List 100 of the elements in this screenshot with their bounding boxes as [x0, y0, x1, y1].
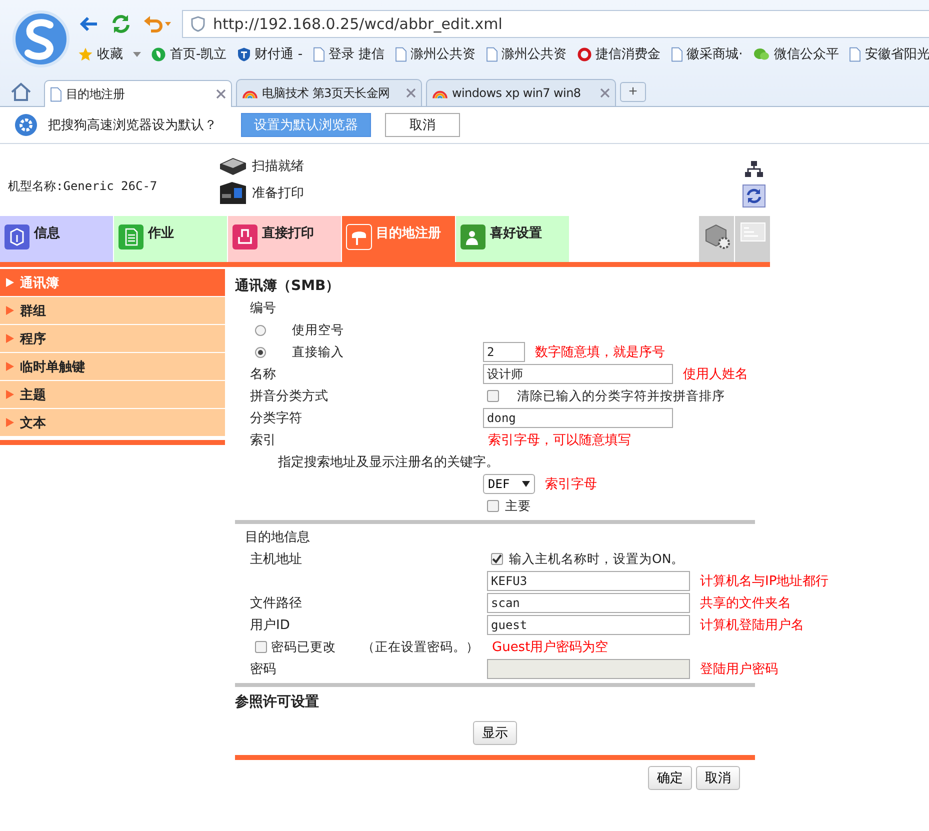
bookmark-link[interactable]: 安徽省阳光	[848, 45, 929, 63]
nav-tab[interactable]: 作业	[114, 216, 228, 262]
annotation-text: 索引字母	[544, 476, 598, 493]
sidebar-item[interactable]: 主题	[0, 381, 225, 408]
page-icon	[670, 46, 683, 62]
home-icon[interactable]	[10, 82, 32, 102]
address-bar[interactable]: http://192.168.0.25/wcd/abbr_edit.xml	[182, 10, 929, 38]
arrow-icon	[6, 306, 14, 315]
close-icon[interactable]	[406, 88, 416, 98]
notification-text: 把搜狗高速浏览器设为默认？	[48, 117, 217, 134]
printer-icon	[218, 180, 248, 206]
text-field[interactable]: scan	[487, 593, 690, 613]
checkbox[interactable]	[491, 553, 503, 565]
bookmark-link[interactable]: 首页-凯立	[151, 45, 227, 63]
shield-icon	[191, 16, 205, 32]
nav-tab[interactable]: 喜好设置	[456, 216, 570, 262]
annotation-text: Guest用户密码为空	[491, 639, 610, 656]
close-icon[interactable]	[216, 89, 226, 99]
radio-button[interactable]	[255, 346, 266, 358]
field-label: 索引	[249, 432, 277, 449]
page-title: 通讯簿（SMB）	[235, 277, 341, 296]
action-button[interactable]: 确定	[648, 766, 692, 790]
caret-icon	[133, 52, 141, 56]
page-icon	[312, 46, 325, 62]
bookmark-link[interactable]: 滁州公共资	[394, 45, 476, 63]
arrow-icon	[6, 390, 14, 399]
annotation-text: 计算机名与IP地址都行	[699, 573, 829, 590]
cancel-button[interactable]: 取消	[385, 113, 460, 137]
radio-label: 使用空号	[292, 322, 344, 338]
page-icon	[486, 46, 498, 62]
person-icon	[460, 224, 486, 250]
number-field[interactable]: 2	[483, 342, 525, 362]
status-text: 扫描就绪	[252, 158, 304, 175]
field-label: 分类字符	[249, 410, 303, 427]
radio-label: 直接输入	[292, 344, 344, 360]
bookmark-link[interactable]: 登录 捷信	[312, 45, 385, 63]
browser-tab[interactable]: 电脑技术 第3页天长金网	[236, 79, 422, 106]
checkbox-label: 主要	[505, 498, 531, 514]
network-icon[interactable]	[744, 160, 764, 178]
bookmark-link[interactable]: 滁州公共资	[486, 45, 567, 63]
page-icon	[394, 46, 407, 62]
description-text: 指定搜索地址及显示注册名的关键字。	[277, 454, 500, 471]
field-label: 用户ID	[249, 617, 291, 634]
checkbox-label: 密码已更改	[271, 638, 336, 656]
checkbox[interactable]	[487, 390, 499, 402]
sidebar-item[interactable]: 群组	[0, 297, 225, 324]
ring-icon	[576, 46, 592, 62]
section-heading: 目的地信息	[244, 529, 311, 547]
arrow-icon	[6, 278, 14, 287]
bookmark-link[interactable]: 微信公众平	[752, 45, 839, 63]
show-button[interactable]: 显示	[473, 721, 517, 745]
annotation-text: 登陆用户密码	[699, 661, 778, 678]
printer-icon	[232, 224, 258, 250]
star-icon	[78, 46, 93, 62]
nav-tab[interactable]: 直接打印	[228, 216, 342, 262]
settings-tool-button[interactable]	[698, 216, 734, 262]
field-label: 编号	[249, 300, 277, 317]
action-button[interactable]: 取消	[696, 766, 740, 790]
text-field[interactable]: KEFU3	[487, 571, 690, 591]
section-heading: 参照许可设置	[235, 693, 320, 712]
bookmark-link[interactable]: 徽采商城·	[670, 45, 743, 63]
page-icon	[848, 46, 861, 62]
bookmark-link[interactable]: 财付通 -	[236, 45, 303, 63]
text-field[interactable]: guest	[487, 615, 690, 635]
box-icon	[4, 224, 30, 250]
radio-button[interactable]	[255, 324, 266, 336]
sidebar-item[interactable]: 文本	[0, 409, 225, 436]
checkbox-label: 清除已输入的分类字符并按拼音排序	[517, 388, 725, 404]
arrow-icon	[6, 362, 14, 371]
field-label: 密码	[249, 661, 277, 678]
chat-icon	[752, 46, 770, 62]
sidebar-item[interactable]: 临时单触键	[0, 353, 225, 380]
browser-tab[interactable]: 目的地注册	[44, 80, 232, 107]
browser-logo[interactable]	[12, 10, 70, 68]
gear-box-icon	[702, 222, 730, 250]
bookmark-link[interactable]: 捷信消费金	[576, 45, 661, 63]
checkbox[interactable]	[487, 500, 499, 512]
new-tab-button[interactable]: +	[620, 82, 646, 102]
arrow-icon	[6, 418, 14, 427]
checkbox[interactable]	[255, 641, 267, 653]
page-icon	[50, 86, 62, 102]
index-select[interactable]: DEF	[483, 474, 535, 494]
close-icon[interactable]	[600, 88, 610, 98]
status-text: 准备打印	[252, 185, 304, 202]
card-icon	[740, 222, 766, 242]
field-label: 拼音分类方式	[249, 388, 329, 405]
field-label: 文件路径	[249, 595, 303, 612]
model-name: 机型名称:Generic 26C-7	[7, 178, 158, 195]
refresh-icon[interactable]	[742, 184, 766, 208]
sidebar-item[interactable]: 程序	[0, 325, 225, 352]
bookmark-link[interactable]: 收藏	[78, 45, 141, 63]
text-field[interactable]: 设计师	[483, 364, 673, 384]
browser-tab[interactable]: windows xp win7 win8	[426, 79, 616, 106]
document-icon	[118, 224, 144, 250]
undo-icon[interactable]	[142, 13, 172, 35]
settings-icon	[14, 113, 38, 137]
scanner-icon	[218, 156, 248, 176]
text-field[interactable]: dong	[483, 408, 673, 428]
annotation-text: 共享的文件夹名	[699, 595, 791, 612]
nav-tab[interactable]: 信息	[0, 216, 114, 262]
